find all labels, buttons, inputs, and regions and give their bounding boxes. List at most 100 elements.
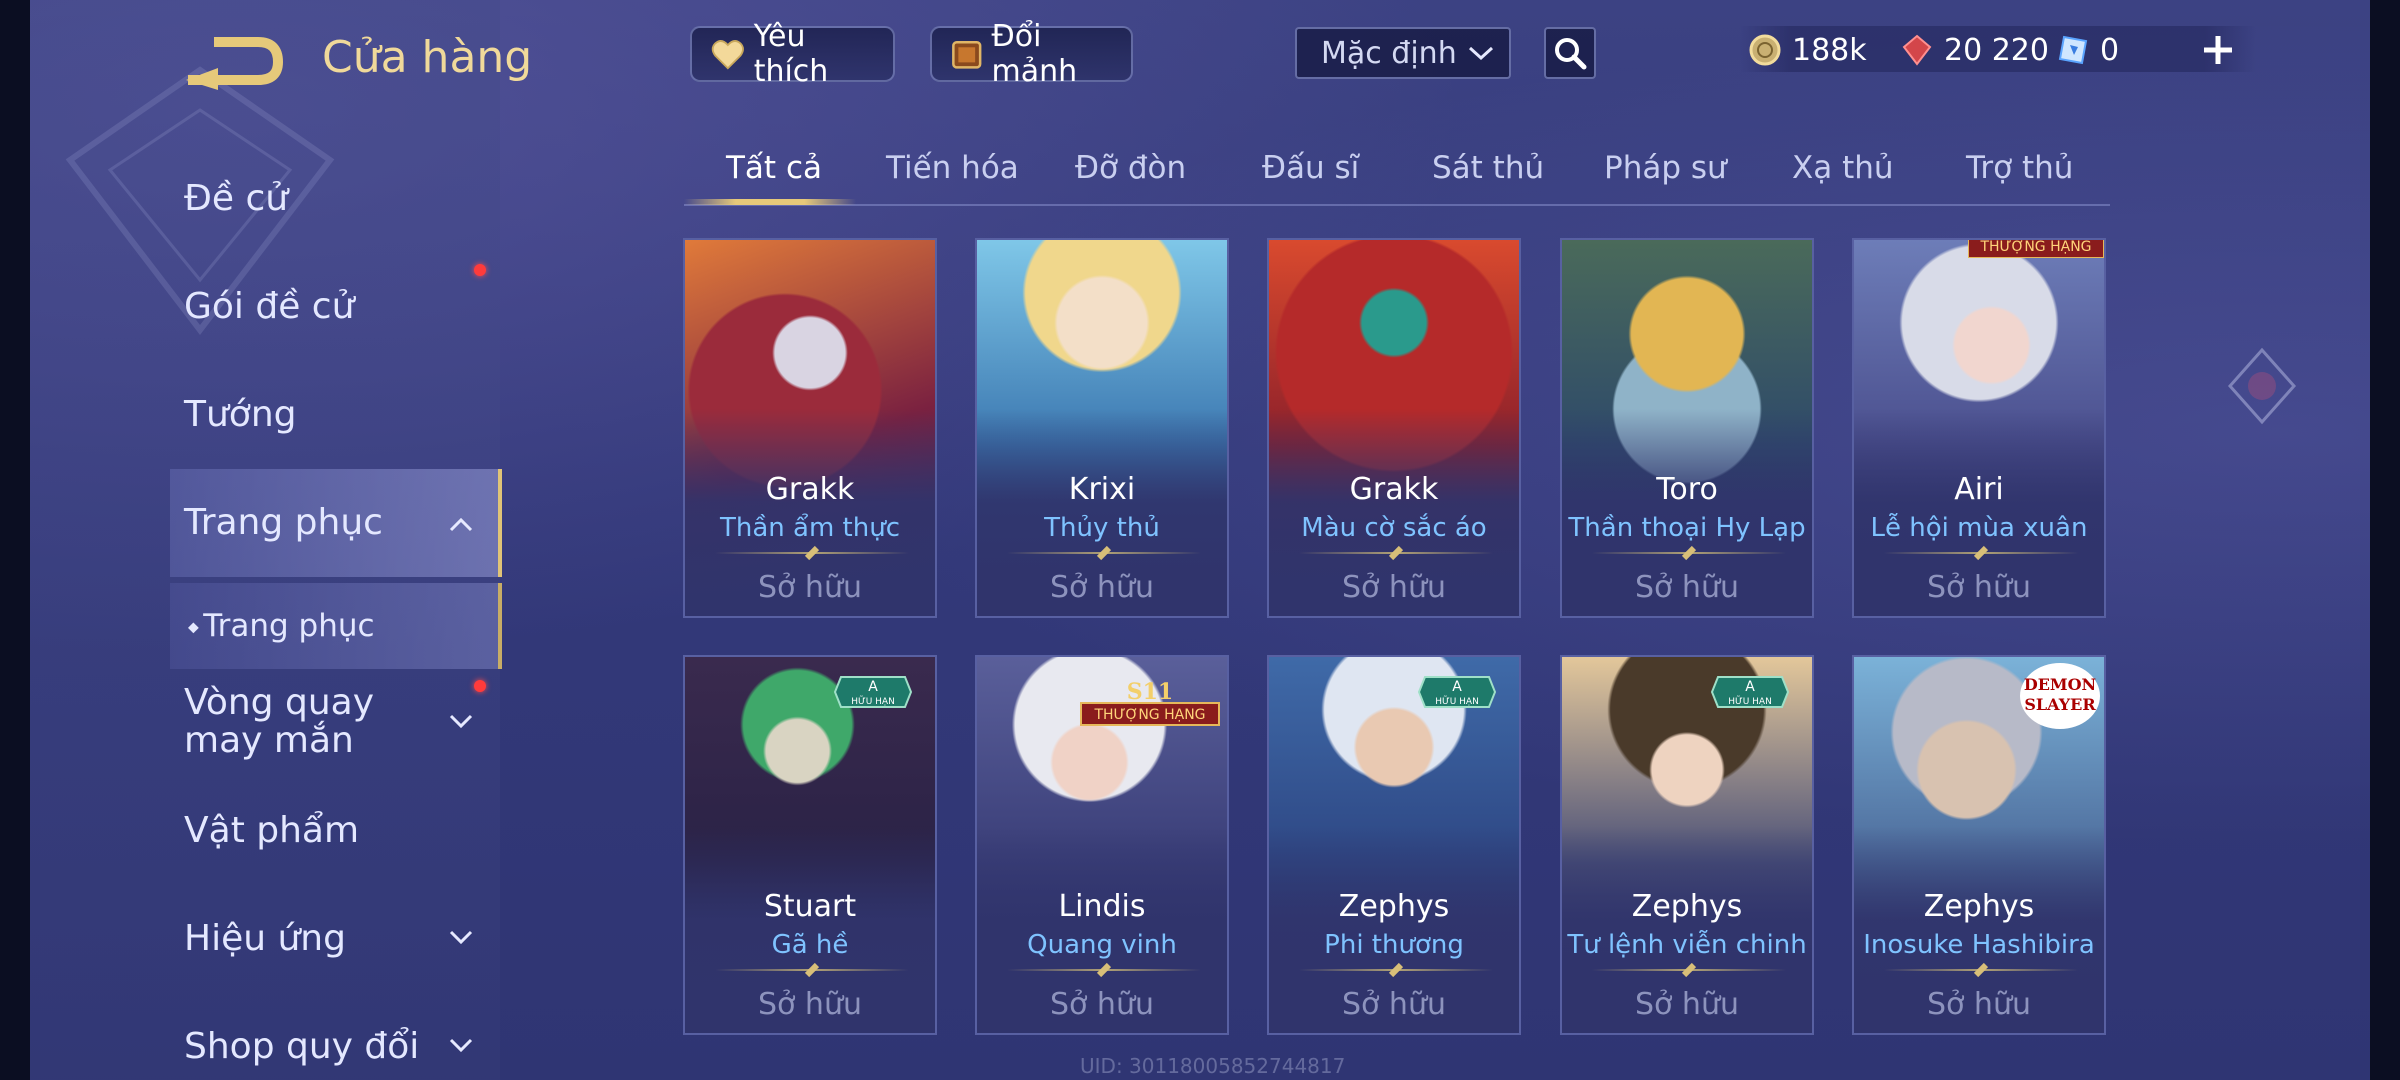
chevron-down-icon[interactable] <box>448 708 474 734</box>
badge-premium-label: THƯỢNG HẠNG <box>1093 707 1205 723</box>
skin-card[interactable]: DEMON SLAYER Zephys Inosuke Hashibira Sở… <box>1852 655 2106 1035</box>
shard-chest-icon <box>952 41 982 69</box>
owned-status: Sở hữu <box>758 570 862 605</box>
tab-tank[interactable]: Đỡ đòn <box>1075 150 1186 186</box>
hero-name: Airi <box>1954 472 2004 507</box>
skin-card[interactable]: THƯỢNG HẠNG Airi Lễ hội mùa xuân Sở hữu <box>1852 238 2106 618</box>
limited-a-badge: A HỮU HẠN <box>1710 676 1790 708</box>
owned-status: Sở hữu <box>1927 570 2031 605</box>
tab-assassin[interactable]: Sát thủ <box>1432 150 1544 186</box>
tab-fighter[interactable]: Đấu sĩ <box>1262 150 1359 186</box>
tab-marksman[interactable]: Xạ thủ <box>1792 150 1894 186</box>
notification-dot <box>474 680 486 692</box>
tab-evolution[interactable]: Tiến hóa <box>886 150 1019 186</box>
shard-exchange-button[interactable]: Đổi mảnh <box>930 19 1133 89</box>
season-premium-badge: S11 THƯỢNG HẠNG <box>1080 679 1220 726</box>
skin-card[interactable]: Grakk Thần ẩm thực Sở hữu <box>683 238 937 618</box>
gold-amount: 188k <box>1792 32 1867 68</box>
owned-status: Sở hữu <box>1635 987 1739 1022</box>
hero-name: Zephys <box>1631 889 1743 924</box>
skin-card[interactable]: A HỮU HẠN Stuart Gã hề Sở hữu <box>683 655 937 1035</box>
search-icon <box>1555 38 1587 70</box>
skin-card[interactable]: Grakk Màu cờ sắc áo Sở hữu <box>1267 238 1521 618</box>
back-arrow-icon <box>186 37 284 90</box>
limited-a-badge: A HỮU HẠN <box>1417 676 1497 708</box>
skin-name: Inosuke Hashibira <box>1863 930 2095 960</box>
sidebar-item-items[interactable]: Vật phẩm <box>184 810 484 851</box>
skin-name: Màu cờ sắc áo <box>1301 513 1487 543</box>
skin-name: Lễ hội mùa xuân <box>1870 513 2088 543</box>
owned-status: Sở hữu <box>1342 987 1446 1022</box>
page-title: Cửa hàng <box>322 32 533 83</box>
tab-support[interactable]: Trợ thủ <box>1966 150 2073 186</box>
skin-card[interactable]: Toro Thần thoại Hy Lạp Sở hữu <box>1560 238 1814 618</box>
skin-name: Quang vinh <box>1027 930 1177 960</box>
heart-icon <box>711 40 744 70</box>
hero-name: Krixi <box>1068 472 1136 507</box>
voucher-balance: 20 220 <box>1900 28 2049 72</box>
sidebar-item-exchange-shop[interactable]: Shop quy đổi <box>184 1026 484 1067</box>
gold-coin-icon <box>1749 34 1781 66</box>
skin-name: Phi thương <box>1324 930 1464 960</box>
skin-card[interactable]: A HỮU HẠN Zephys Tư lệnh viễn chinh Sở h… <box>1560 655 1814 1035</box>
badge-grade: A <box>1452 679 1462 695</box>
chevron-down-icon[interactable] <box>448 924 474 950</box>
voucher-amount: 20 220 <box>1944 32 2049 68</box>
chevron-up-icon[interactable] <box>448 512 474 538</box>
owned-status: Sở hữu <box>1050 987 1154 1022</box>
top-up-button[interactable] <box>2196 28 2240 72</box>
hero-name: Lindis <box>1058 889 1146 924</box>
sort-dropdown[interactable]: Mặc định <box>1295 27 1511 79</box>
red-gem-icon <box>1902 34 1932 66</box>
skin-name: Tư lệnh viễn chinh <box>1567 930 1807 960</box>
badge-season: S11 <box>1127 679 1174 705</box>
owned-status: Sở hữu <box>1050 570 1154 605</box>
sidebar-item-recommended-packs[interactable]: Gói đề cử <box>184 286 484 327</box>
skin-card[interactable]: S11 THƯỢNG HẠNG Lindis Quang vinh Sở hữu <box>975 655 1229 1035</box>
plus-icon <box>2204 36 2232 64</box>
sidebar-item-recommended[interactable]: Đề cử <box>184 178 484 219</box>
premium-badge: THƯỢNG HẠNG <box>1968 240 2104 258</box>
favorites-button[interactable]: Yêu thích <box>690 19 895 89</box>
shard-exchange-label: Đổi mảnh <box>991 19 1078 89</box>
badge-limited-label: HỮU HẠN <box>1728 695 1772 707</box>
skin-name: Thủy thủ <box>1044 513 1160 543</box>
sidebar-item-skins[interactable]: Trang phục <box>184 502 484 543</box>
notification-dot <box>474 264 486 276</box>
category-tabs: Tất cả Tiến hóa Đỡ đòn Đấu sĩ Sát thủ Ph… <box>684 140 2110 206</box>
hero-name: Toro <box>1656 472 1718 507</box>
tab-all[interactable]: Tất cả <box>726 150 822 186</box>
user-id-watermark: UID: 30118005852744817 <box>1080 1054 1346 1078</box>
sort-dropdown-value: Mặc định <box>1321 35 1457 71</box>
chevron-down-icon <box>1468 46 1494 61</box>
sidebar-item-lucky-spin[interactable]: Vòng quay may mắn <box>184 684 444 760</box>
bullet-icon: ◆ <box>188 619 204 636</box>
blue-ticket-icon <box>2058 35 2088 65</box>
tab-mage[interactable]: Pháp sư <box>1604 150 1727 186</box>
skin-name: Thần thoại Hy Lạp <box>1568 513 1806 543</box>
sidebar-subitem-skins[interactable]: ◆ Trang phục <box>188 608 488 644</box>
decor-diamond-icon <box>2227 347 2297 425</box>
skin-card[interactable]: A HỮU HẠN Zephys Phi thương Sở hữu <box>1267 655 1521 1035</box>
badge-limited-label: HỮU HẠN <box>851 695 895 707</box>
chevron-down-icon[interactable] <box>448 1032 474 1058</box>
hero-name: Zephys <box>1338 889 1450 924</box>
gold-balance: 188k <box>1748 28 1867 72</box>
skin-card[interactable]: Krixi Thủy thủ Sở hữu <box>975 238 1229 618</box>
back-button[interactable] <box>180 30 290 90</box>
active-tab-indicator <box>684 199 856 205</box>
skin-name: Thần ẩm thực <box>719 513 900 543</box>
owned-status: Sở hữu <box>758 987 862 1022</box>
search-button[interactable] <box>1544 27 1596 79</box>
sidebar-item-heroes[interactable]: Tướng <box>184 394 484 435</box>
demon-slayer-logo: DEMON SLAYER <box>2020 663 2100 729</box>
limited-a-badge: A HỮU HẠN <box>833 676 913 708</box>
shop-screen: Cửa hàng Đề cử Gói đề cử Tướng Trang phụ… <box>0 0 2400 1080</box>
skin-name: Gã hề <box>771 930 849 960</box>
ticket-amount: 0 <box>2100 32 2120 68</box>
screen-bezel-right <box>2370 0 2400 1080</box>
owned-status: Sở hữu <box>1635 570 1739 605</box>
hero-name: Grakk <box>765 472 855 507</box>
sidebar-item-effects[interactable]: Hiệu ứng <box>184 918 484 959</box>
hero-name: Zephys <box>1923 889 2035 924</box>
